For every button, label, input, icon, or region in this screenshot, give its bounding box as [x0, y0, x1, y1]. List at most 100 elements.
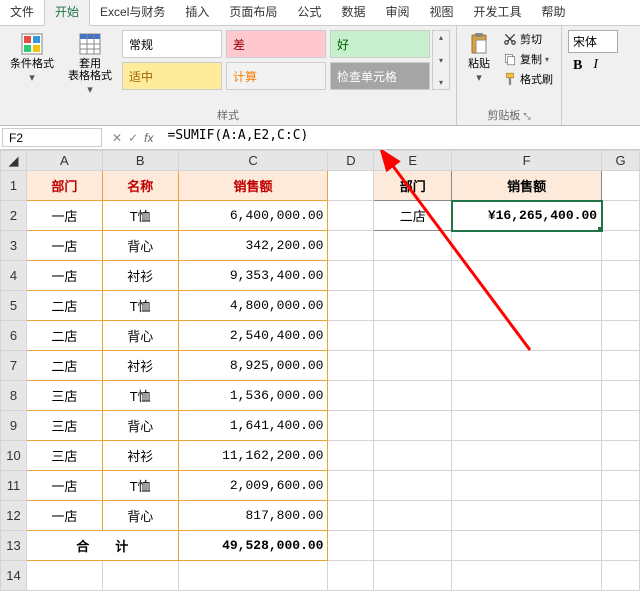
row-header-1[interactable]: 1 — [1, 171, 27, 201]
bold-button[interactable]: B — [568, 57, 587, 75]
copy-button[interactable]: 复制▾ — [501, 50, 555, 68]
row-header-11[interactable]: 11 — [1, 471, 27, 501]
cell-A4[interactable]: 一店 — [27, 261, 102, 290]
tab-data[interactable]: 数据 — [331, 0, 375, 25]
col-header-D[interactable]: D — [328, 151, 374, 171]
cell-A5[interactable]: 二店 — [27, 291, 102, 320]
cell-A1[interactable]: 部门 — [27, 171, 102, 200]
style-check[interactable]: 检查单元格 — [330, 62, 430, 90]
cell-C7[interactable]: 8,925,000.00 — [179, 351, 328, 380]
style-calc[interactable]: 计算 — [226, 62, 326, 90]
cell-C8[interactable]: 1,536,000.00 — [179, 381, 328, 410]
cell-C9[interactable]: 1,641,400.00 — [179, 411, 328, 440]
cell-styles-gallery[interactable]: 常规 差 好 适中 计算 检查单元格 — [122, 30, 430, 90]
style-bad[interactable]: 差 — [226, 30, 326, 58]
row-header-4[interactable]: 4 — [1, 261, 27, 291]
cell-C1[interactable]: 销售额 — [179, 171, 328, 200]
cell-B10[interactable]: 衬衫 — [103, 441, 178, 470]
style-neutral[interactable]: 适中 — [122, 62, 222, 90]
table-format-button[interactable]: 套用 表格格式▾ — [64, 30, 116, 98]
cell-D2[interactable] — [328, 201, 373, 230]
row-header-6[interactable]: 6 — [1, 321, 27, 351]
cell-A6[interactable]: 二店 — [27, 321, 102, 350]
cell-F2[interactable]: ¥16,265,400.00 — [452, 201, 601, 230]
cell-A2[interactable]: 一店 — [27, 201, 102, 230]
cell-C11[interactable]: 2,009,600.00 — [179, 471, 328, 500]
row-header-9[interactable]: 9 — [1, 411, 27, 441]
row-header-5[interactable]: 5 — [1, 291, 27, 321]
cell-B2[interactable]: T恤 — [103, 201, 178, 230]
fx-icon[interactable]: fx — [144, 131, 153, 145]
cell-C6[interactable]: 2,540,400.00 — [179, 321, 328, 350]
font-name-select[interactable]: 宋体 — [568, 30, 618, 53]
cell-A3[interactable]: 一店 — [27, 231, 102, 260]
cell-C4[interactable]: 9,353,400.00 — [179, 261, 328, 290]
accept-formula-icon[interactable]: ✓ — [128, 131, 138, 145]
cell-B8[interactable]: T恤 — [103, 381, 178, 410]
col-header-A[interactable]: A — [26, 151, 102, 171]
col-header-F[interactable]: F — [452, 151, 602, 171]
cell-E1[interactable]: 部门 — [374, 171, 451, 200]
italic-button[interactable]: I — [589, 57, 602, 75]
cell-A10[interactable]: 三店 — [27, 441, 102, 470]
cut-button[interactable]: 剪切 — [501, 30, 555, 48]
cell-A7[interactable]: 二店 — [27, 351, 102, 380]
tab-layout[interactable]: 页面布局 — [219, 0, 287, 25]
cell-G1[interactable] — [602, 171, 639, 200]
conditional-format-button[interactable]: 条件格式▾ — [6, 30, 58, 86]
styles-more-button[interactable]: ▴▾▾ — [432, 30, 450, 90]
formula-input[interactable]: =SUMIF(A:A,E2,C:C) — [161, 126, 640, 149]
cell-B11[interactable]: T恤 — [103, 471, 178, 500]
row-header-3[interactable]: 3 — [1, 231, 27, 261]
col-header-G[interactable]: G — [602, 151, 640, 171]
tab-file[interactable]: 文件 — [0, 0, 44, 25]
row-header-14[interactable]: 14 — [1, 561, 27, 591]
style-good[interactable]: 好 — [330, 30, 430, 58]
paste-button[interactable]: 粘贴▾ — [463, 30, 495, 86]
tab-dev[interactable]: 开发工具 — [463, 0, 531, 25]
cell-A9[interactable]: 三店 — [27, 411, 102, 440]
row-header-7[interactable]: 7 — [1, 351, 27, 381]
select-all-corner[interactable]: ◢ — [1, 151, 27, 171]
tab-view[interactable]: 视图 — [419, 0, 463, 25]
cell-B6[interactable]: 背心 — [103, 321, 178, 350]
cell-G2[interactable] — [602, 201, 639, 230]
cell-C13[interactable]: 49,528,000.00 — [179, 531, 328, 560]
row-header-10[interactable]: 10 — [1, 441, 27, 471]
tab-home[interactable]: 开始 — [44, 0, 90, 26]
tab-review[interactable]: 审阅 — [375, 0, 419, 25]
cell-E2[interactable]: 二店 — [374, 201, 451, 230]
col-header-C[interactable]: C — [178, 151, 328, 171]
cell-A11[interactable]: 一店 — [27, 471, 102, 500]
cell-A13[interactable]: 合 计 — [27, 531, 178, 560]
row-header-12[interactable]: 12 — [1, 501, 27, 531]
cell-C12[interactable]: 817,800.00 — [179, 501, 328, 530]
cell-A12[interactable]: 一店 — [27, 501, 102, 530]
cell-C10[interactable]: 11,162,200.00 — [179, 441, 328, 470]
tab-formulas[interactable]: 公式 — [287, 0, 331, 25]
cell-B3[interactable]: 背心 — [103, 231, 178, 260]
cell-A8[interactable]: 三店 — [27, 381, 102, 410]
cell-C5[interactable]: 4,800,000.00 — [179, 291, 328, 320]
worksheet[interactable]: ◢ A B C D E F G 1 部门 名称 销售额 部门 销售额 2 一店 … — [0, 150, 640, 591]
format-painter-button[interactable]: 格式刷 — [501, 70, 555, 88]
tab-excelfin[interactable]: Excel与财务 — [90, 0, 175, 25]
cell-B9[interactable]: 背心 — [103, 411, 178, 440]
cell-B12[interactable]: 背心 — [103, 501, 178, 530]
tab-insert[interactable]: 插入 — [175, 0, 219, 25]
row-header-8[interactable]: 8 — [1, 381, 27, 411]
cancel-formula-icon[interactable]: ✕ — [112, 131, 122, 145]
cell-D1[interactable] — [328, 171, 373, 200]
row-header-13[interactable]: 13 — [1, 531, 27, 561]
row-header-2[interactable]: 2 — [1, 201, 27, 231]
col-header-E[interactable]: E — [374, 151, 452, 171]
style-normal[interactable]: 常规 — [122, 30, 222, 58]
cell-B4[interactable]: 衬衫 — [103, 261, 178, 290]
name-box[interactable] — [2, 128, 102, 147]
cell-B5[interactable]: T恤 — [103, 291, 178, 320]
col-header-B[interactable]: B — [102, 151, 178, 171]
cell-B7[interactable]: 衬衫 — [103, 351, 178, 380]
cell-F1[interactable]: 销售额 — [452, 171, 601, 200]
cell-C3[interactable]: 342,200.00 — [179, 231, 328, 260]
tab-help[interactable]: 帮助 — [532, 0, 576, 25]
